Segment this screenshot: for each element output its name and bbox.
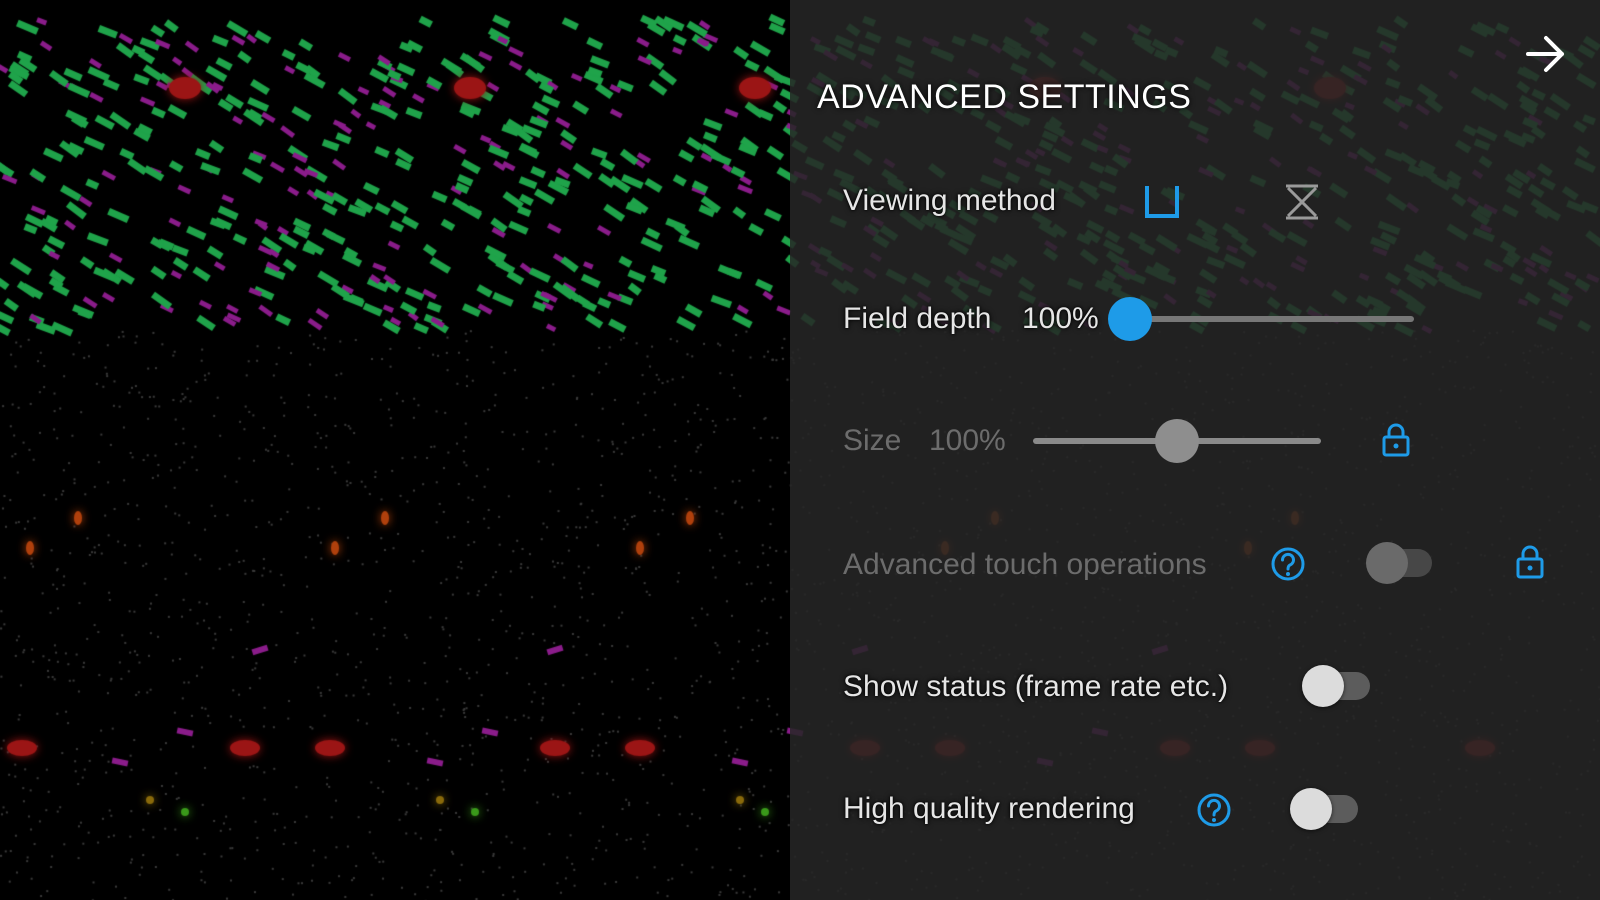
advanced-touch-switch-thumb[interactable] [1366, 542, 1408, 584]
parallel-view-icon[interactable] [1142, 182, 1182, 222]
lock-icon[interactable] [1514, 544, 1546, 580]
lock-icon[interactable] [1380, 422, 1412, 458]
size-slider-thumb[interactable] [1155, 419, 1199, 463]
show-status-switch-thumb[interactable] [1302, 665, 1344, 707]
show-status-label: Show status (frame rate etc.) [843, 670, 1229, 703]
viewing-method-label: Viewing method [843, 184, 1056, 217]
arrow-right-icon[interactable] [1522, 32, 1570, 76]
size-label: Size [843, 424, 902, 457]
panel-title: ADVANCED SETTINGS [817, 78, 1192, 116]
high-quality-label: High quality rendering [843, 792, 1135, 825]
field-depth-slider-track[interactable] [1130, 316, 1414, 322]
cross-view-icon[interactable] [1282, 182, 1322, 222]
high-quality-switch-thumb[interactable] [1290, 788, 1332, 830]
size-value: 100% [929, 424, 1006, 457]
field-depth-slider-thumb[interactable] [1108, 297, 1152, 341]
help-icon[interactable] [1270, 546, 1306, 582]
advanced-touch-label: Advanced touch operations [843, 548, 1207, 581]
field-depth-value: 100% [1022, 302, 1099, 335]
help-icon[interactable] [1196, 792, 1232, 828]
field-depth-label: Field depth [843, 302, 992, 335]
